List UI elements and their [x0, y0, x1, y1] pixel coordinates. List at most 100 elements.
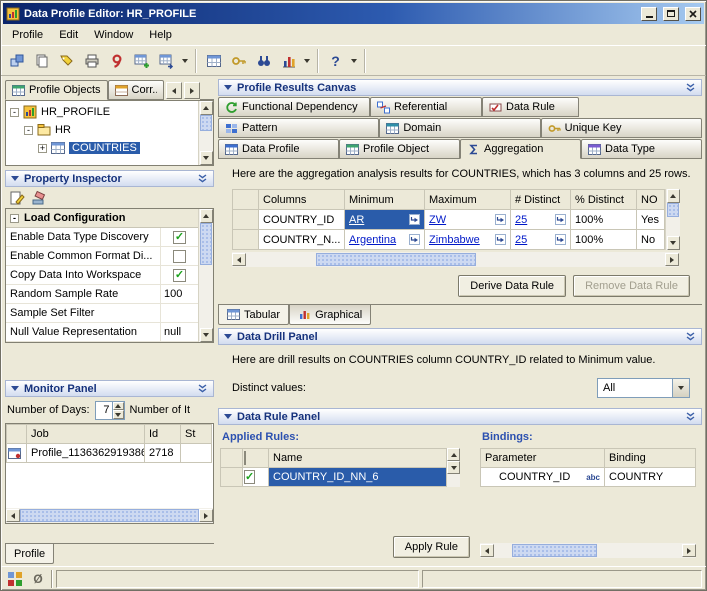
binding-cell[interactable]: COUNTRY: [605, 468, 696, 487]
scroll-down-button[interactable]: [447, 461, 460, 474]
maximum-cell[interactable]: Zimbabwe: [425, 230, 511, 250]
property-value[interactable]: [161, 304, 198, 322]
key-button[interactable]: [226, 49, 251, 73]
binary-data-button[interactable]: [5, 570, 25, 588]
scrollbar-track[interactable]: [494, 543, 512, 558]
pct-distinct-cell[interactable]: 100%: [571, 210, 637, 230]
property-row[interactable]: Random Sample Rate 100: [6, 285, 198, 304]
title-bar[interactable]: Data Profile Editor: HR_PROFILE: [3, 3, 704, 24]
property-row[interactable]: Enable Common Format Di...: [6, 247, 198, 266]
tab-profile-objects[interactable]: Profile Objects: [5, 80, 108, 100]
minimum-cell[interactable]: Argentina: [345, 230, 425, 250]
parameter-header[interactable]: Parameter: [481, 449, 605, 468]
scrollbar-thumb[interactable]: [316, 253, 476, 266]
drill-link[interactable]: 25: [515, 214, 527, 226]
distinct-header[interactable]: # Distinct: [511, 190, 571, 210]
select-all-checkbox[interactable]: [244, 451, 246, 465]
chevron-double-icon[interactable]: [685, 83, 696, 93]
status-column-header[interactable]: St: [181, 425, 212, 444]
minimum-cell-selected[interactable]: AR: [345, 210, 425, 230]
scrollbar-track[interactable]: [199, 131, 213, 151]
tree-node-hr[interactable]: - HR: [7, 121, 197, 139]
chevron-double-icon[interactable]: [685, 332, 696, 342]
scrollbar-thumb[interactable]: [200, 115, 212, 131]
close-button[interactable]: [685, 7, 701, 21]
menu-window[interactable]: Window: [86, 26, 141, 44]
tab-data-profile[interactable]: Data Profile: [218, 139, 339, 159]
tab-data-type[interactable]: Data Type: [581, 139, 702, 159]
toolbar-group3-dropdown[interactable]: [348, 49, 360, 73]
aggregation-horizontal-scrollbar[interactable]: [232, 252, 679, 267]
tab-scroll-right-button[interactable]: [184, 82, 200, 99]
maximize-button[interactable]: [663, 7, 679, 21]
job-column-header[interactable]: Job: [27, 425, 145, 444]
row-header[interactable]: [233, 230, 259, 250]
drill-icon[interactable]: [555, 214, 566, 225]
distinct-cell[interactable]: 25: [511, 210, 571, 230]
drill-icon[interactable]: [495, 214, 506, 225]
expander-icon[interactable]: -: [10, 214, 19, 223]
dropdown-button[interactable]: [672, 379, 689, 397]
tab-tabular[interactable]: Tabular: [218, 305, 289, 325]
tab-graphical[interactable]: Graphical: [289, 305, 371, 325]
distinct-cell[interactable]: 25: [511, 230, 571, 250]
bindings-horizontal-scrollbar[interactable]: [480, 543, 696, 558]
binding-row[interactable]: COUNTRY_IDabc COUNTRY: [481, 468, 696, 487]
drill-link[interactable]: 25: [515, 234, 527, 246]
tab-correlation[interactable]: Corr...: [108, 80, 164, 100]
job-icon-column-header[interactable]: [7, 425, 27, 444]
data-drill-panel-header[interactable]: Data Drill Panel: [218, 328, 702, 345]
select-all-header[interactable]: [243, 449, 269, 468]
scrollbar-thumb[interactable]: [512, 544, 597, 557]
applied-rules-vertical-scrollbar[interactable]: [447, 448, 460, 487]
job-status-cell[interactable]: [181, 444, 212, 463]
property-row[interactable]: Enable Data Type Discovery ✓: [6, 228, 198, 247]
not-null-header[interactable]: NO: [637, 190, 665, 210]
scrollbar-track[interactable]: [199, 265, 213, 328]
not-null-cell[interactable]: Yes: [637, 210, 665, 230]
binding-header[interactable]: Binding: [605, 449, 696, 468]
row-header[interactable]: [221, 468, 243, 487]
aggregation-row-country-id[interactable]: COUNTRY_ID AR ZW 25 100% Yes: [233, 210, 665, 230]
pct-distinct-header[interactable]: % Distinct: [571, 190, 637, 210]
scroll-up-button[interactable]: [447, 448, 460, 461]
scrollbar-track[interactable]: [476, 252, 665, 267]
days-value[interactable]: 7: [96, 402, 112, 419]
maximum-cell[interactable]: ZW: [425, 210, 511, 230]
tab-pattern[interactable]: Pattern: [218, 118, 379, 138]
tags-button[interactable]: [54, 49, 79, 73]
print-button[interactable]: [79, 49, 104, 73]
tree-node-countries[interactable]: + COUNTRIES: [7, 139, 197, 157]
tab-aggregation[interactable]: Aggregation: [460, 139, 581, 159]
table-view-button[interactable]: [201, 49, 226, 73]
scroll-left-button[interactable]: [232, 253, 246, 266]
property-row[interactable]: Null Value Representation null: [6, 323, 198, 342]
checkbox[interactable]: ✓: [173, 269, 186, 282]
property-row[interactable]: Sample Set Filter: [6, 304, 198, 323]
tree-vertical-scrollbar[interactable]: [198, 101, 213, 165]
property-value[interactable]: 100: [161, 285, 198, 303]
monitor-panel-header[interactable]: Monitor Panel: [5, 380, 214, 397]
menu-help[interactable]: Help: [141, 26, 180, 44]
drill-icon[interactable]: [555, 234, 566, 245]
checkbox[interactable]: [173, 250, 186, 263]
drill-link[interactable]: AR: [349, 214, 364, 226]
drill-icon[interactable]: [495, 234, 506, 245]
scroll-right-button[interactable]: [682, 544, 696, 557]
aggregation-row-country-name[interactable]: COUNTRY_N... Argentina Zimbabwe 25 100%: [233, 230, 665, 250]
chevron-double-icon[interactable]: [685, 412, 696, 422]
scrollbar-track[interactable]: [597, 543, 682, 558]
tab-referential[interactable]: Referential: [370, 97, 482, 117]
scrollbar-thumb[interactable]: [200, 223, 212, 265]
scroll-up-button[interactable]: [200, 101, 213, 115]
clear-properties-button[interactable]: [31, 190, 47, 206]
scroll-down-button[interactable]: [200, 328, 213, 342]
aggregation-vertical-scrollbar[interactable]: [665, 189, 680, 250]
rule-checkbox[interactable]: ✓: [244, 470, 255, 484]
toolbar-group2-dropdown[interactable]: [301, 49, 313, 73]
drill-icon[interactable]: [409, 234, 420, 245]
applied-rule-row[interactable]: ✓ COUNTRY_ID_NN_6: [221, 468, 447, 487]
row-header[interactable]: [233, 210, 259, 230]
scrollbar-track[interactable]: [666, 217, 680, 236]
drill-link[interactable]: Zimbabwe: [429, 234, 480, 246]
